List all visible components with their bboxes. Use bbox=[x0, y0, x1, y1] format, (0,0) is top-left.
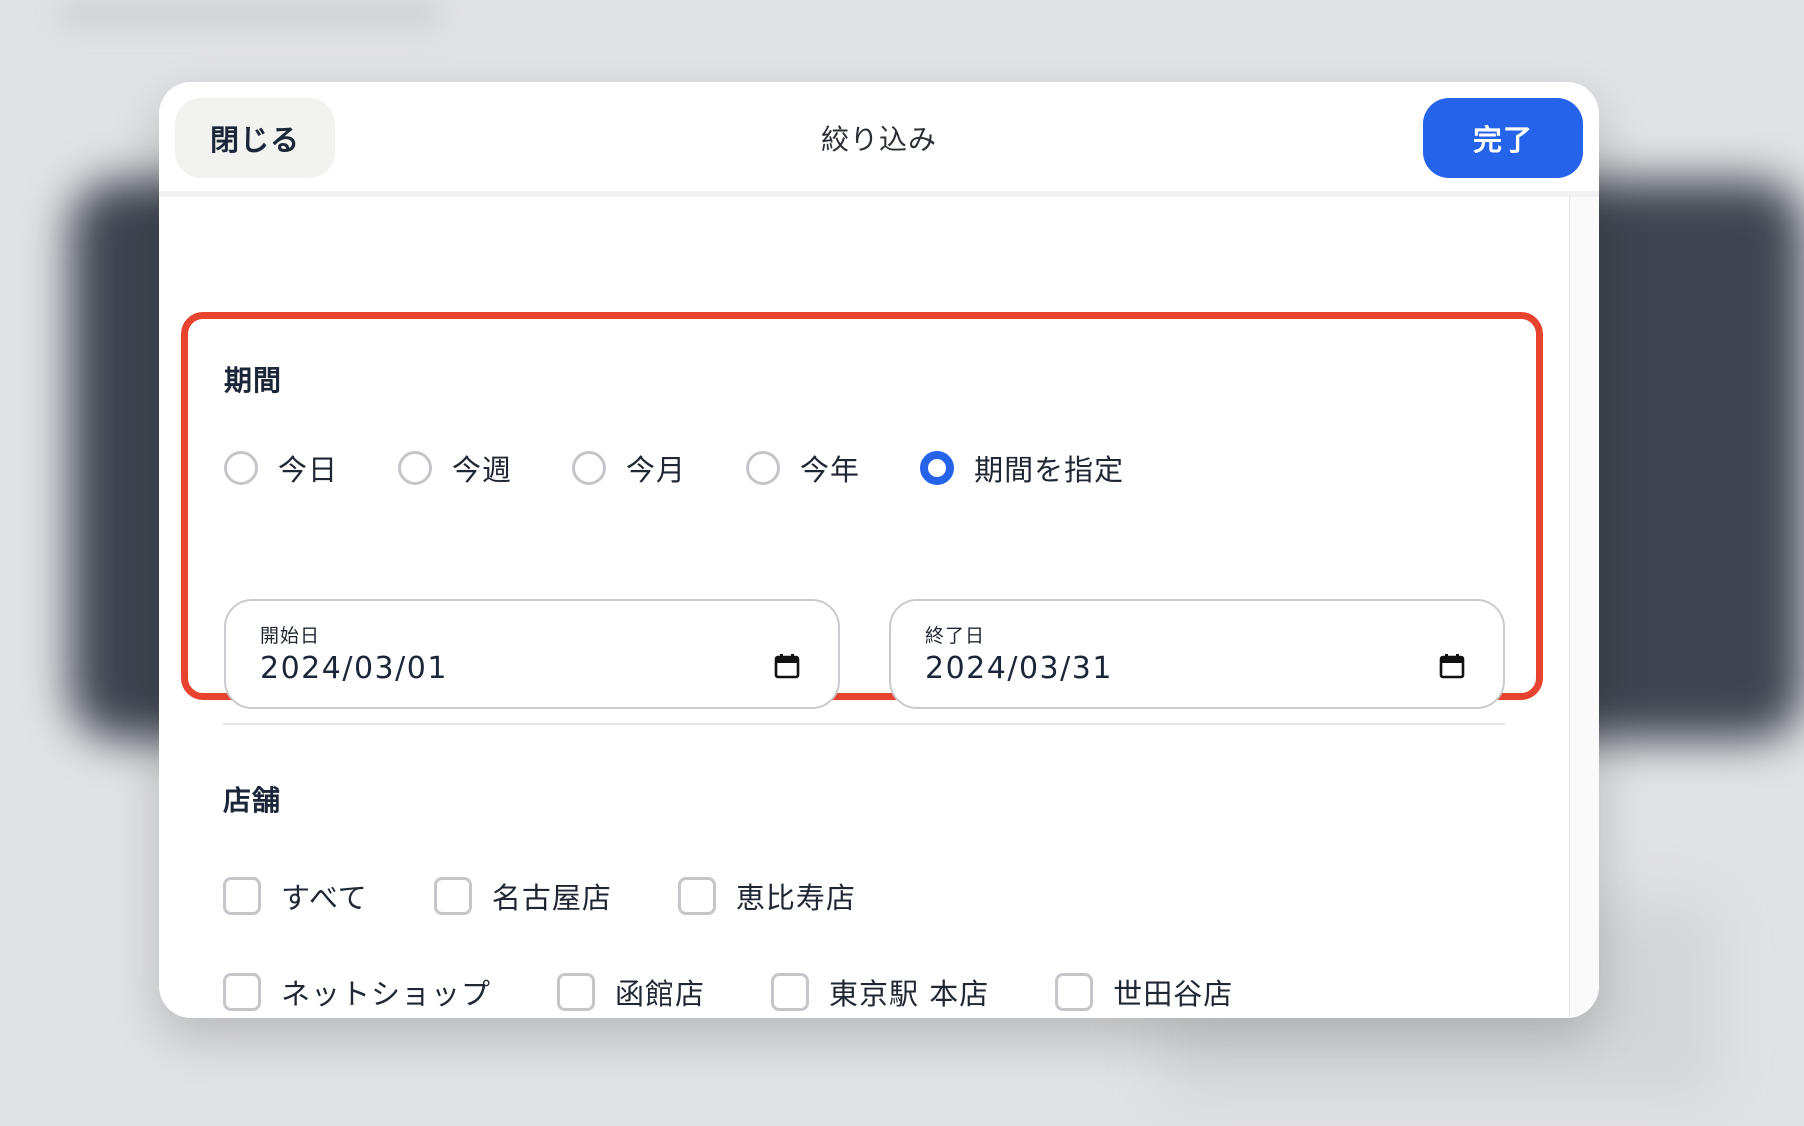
store-options-row-2: ネットショップ 函館店 東京駅 本店 世田谷店 bbox=[223, 971, 1233, 1013]
checkbox-nagoya[interactable]: 名古屋店 bbox=[433, 875, 612, 917]
filter-modal: 閉じる 絞り込み 完了 期間 今日 今週 今月 今年 期間を指定 開始日 202… bbox=[159, 82, 1599, 1018]
checkbox-label: 名古屋店 bbox=[491, 881, 612, 915]
radio-circle-selected[interactable] bbox=[920, 451, 955, 485]
radio-circle[interactable] bbox=[224, 451, 258, 485]
radio-circle[interactable] bbox=[398, 451, 433, 485]
section-divider bbox=[223, 723, 1505, 725]
checkbox-box[interactable] bbox=[223, 973, 261, 1011]
end-date-field[interactable]: 終了日 2024/03/31 bbox=[889, 599, 1505, 709]
checkbox-box[interactable] bbox=[223, 877, 261, 915]
checkbox-box[interactable] bbox=[1055, 973, 1094, 1011]
radio-label: 今年 bbox=[800, 453, 861, 487]
checkbox-box[interactable] bbox=[677, 877, 716, 915]
radio-this-week[interactable]: 今週 bbox=[398, 447, 512, 489]
calendar-icon[interactable] bbox=[1439, 653, 1465, 679]
background-strip bbox=[60, 0, 440, 28]
calendar-icon[interactable] bbox=[774, 653, 800, 679]
period-options: 今日 今週 今月 今年 期間を指定 bbox=[224, 447, 1124, 489]
checkbox-box[interactable] bbox=[557, 973, 596, 1011]
radio-circle[interactable] bbox=[746, 451, 781, 485]
start-date-label: 開始日 bbox=[260, 625, 321, 647]
radio-this-year[interactable]: 今年 bbox=[746, 447, 860, 489]
checkbox-label: 世田谷店 bbox=[1113, 977, 1234, 1011]
start-date-value[interactable]: 2024/03/01 bbox=[260, 651, 448, 686]
store-title: 店舗 bbox=[223, 784, 282, 817]
scrollbar-track[interactable] bbox=[1569, 197, 1599, 1018]
checkbox-ebisu[interactable]: 恵比寿店 bbox=[677, 875, 856, 917]
radio-custom-range[interactable]: 期間を指定 bbox=[920, 447, 1124, 489]
checkbox-all[interactable]: すべて bbox=[223, 875, 368, 917]
checkbox-label: ネットショップ bbox=[281, 977, 492, 1011]
end-date-label: 終了日 bbox=[925, 625, 986, 647]
modal-body[interactable]: 期間 今日 今週 今月 今年 期間を指定 開始日 2024/03/01 終了日 … bbox=[159, 197, 1569, 1018]
radio-this-month[interactable]: 今月 bbox=[572, 447, 686, 489]
modal-header: 閉じる 絞り込み 完了 bbox=[159, 82, 1599, 197]
checkbox-hakodate[interactable]: 函館店 bbox=[557, 971, 705, 1013]
checkbox-label: 函館店 bbox=[615, 977, 706, 1011]
start-date-field[interactable]: 開始日 2024/03/01 bbox=[224, 599, 840, 709]
checkbox-box[interactable] bbox=[433, 877, 472, 915]
checkbox-box[interactable] bbox=[771, 973, 810, 1011]
store-options-row-1: すべて 名古屋店 恵比寿店 bbox=[223, 875, 856, 917]
radio-label: 期間を指定 bbox=[974, 453, 1125, 487]
radio-label: 今週 bbox=[452, 453, 513, 487]
checkbox-tokyo-station[interactable]: 東京駅 本店 bbox=[771, 971, 989, 1013]
period-section-highlight: 期間 今日 今週 今月 今年 期間を指定 開始日 2024/03/01 終了日 … bbox=[181, 312, 1543, 709]
checkbox-label: 恵比寿店 bbox=[735, 881, 856, 915]
modal-title: 絞り込み bbox=[820, 123, 937, 156]
checkbox-label: すべて bbox=[281, 881, 368, 915]
radio-today[interactable]: 今日 bbox=[224, 447, 338, 489]
checkbox-net-shop[interactable]: ネットショップ bbox=[223, 971, 491, 1013]
radio-label: 今日 bbox=[278, 453, 339, 487]
period-title: 期間 bbox=[224, 364, 283, 397]
checkbox-setagaya[interactable]: 世田谷店 bbox=[1055, 971, 1233, 1013]
radio-circle[interactable] bbox=[572, 451, 607, 485]
done-button[interactable]: 完了 bbox=[1423, 98, 1583, 178]
end-date-value[interactable]: 2024/03/31 bbox=[925, 651, 1113, 686]
radio-label: 今月 bbox=[626, 453, 687, 487]
checkbox-label: 東京駅 本店 bbox=[829, 977, 990, 1011]
